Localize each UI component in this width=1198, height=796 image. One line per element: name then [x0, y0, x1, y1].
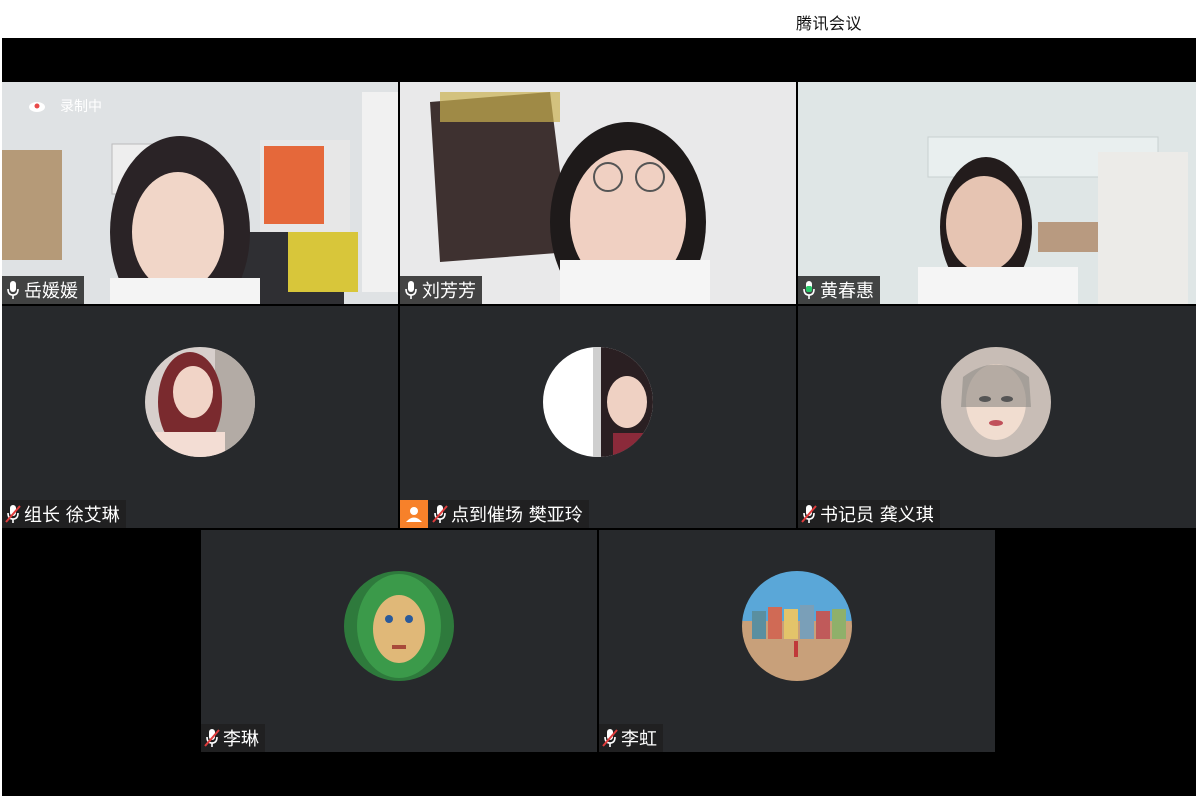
avatar-tile-lilin[interactable]: 李琳 — [201, 530, 597, 752]
video-tile-yueyuanyuan[interactable]: 录制中 岳媛媛 — [2, 82, 398, 304]
mic-on-icon — [7, 281, 19, 299]
participant-label: 书记员 龚义琪 — [798, 500, 940, 528]
mic-speaking-icon — [803, 281, 815, 299]
video-feed — [400, 82, 796, 304]
video-tile-huangchunhui[interactable]: 黄春惠 — [798, 82, 1196, 304]
avatar — [145, 347, 255, 457]
participant-name: 组长 徐艾琳 — [24, 505, 120, 526]
participant-name: 岳媛媛 — [24, 281, 78, 302]
participant-name: 刘芳芳 — [422, 281, 476, 302]
participant-label: 岳媛媛 — [2, 276, 84, 304]
participant-name: 书记员 龚义琪 — [820, 505, 934, 526]
mic-muted-icon — [5, 505, 21, 523]
avatar-tile-lihong[interactable]: 李虹 — [599, 530, 995, 752]
video-tile-liufangfang[interactable]: 刘芳芳 — [400, 82, 796, 304]
participant-label: 李琳 — [201, 724, 265, 752]
app-title: 腾讯会议 — [796, 14, 863, 33]
host-badge — [400, 500, 428, 528]
participant-name: 点到催场 樊亚玲 — [451, 505, 583, 526]
mic-muted-icon — [204, 729, 220, 747]
recording-indicator: 录制中 — [28, 96, 102, 116]
mic-muted-icon — [602, 729, 618, 747]
avatar — [344, 571, 454, 681]
participant-label: 黄春惠 — [798, 276, 880, 304]
participant-label: 点到催场 樊亚玲 — [400, 500, 589, 528]
cloud-record-icon — [29, 102, 45, 112]
recording-label: 录制中 — [60, 99, 102, 115]
participant-label: 刘芳芳 — [400, 276, 482, 304]
participant-name: 李琳 — [223, 729, 259, 750]
participant-label: 组长 徐艾琳 — [2, 500, 126, 528]
video-gallery: 录制中 岳媛媛 刘芳芳 黄春惠 组长 徐艾琳 点到催场 樊亚玲 书记员 龚义琪 … — [2, 38, 1196, 796]
avatar — [543, 347, 653, 457]
mic-muted-icon — [801, 505, 817, 523]
avatar — [742, 571, 852, 681]
mic-on-icon — [405, 281, 417, 299]
person-icon — [406, 507, 422, 522]
avatar — [941, 347, 1051, 457]
avatar-tile-fanyaling[interactable]: 点到催场 樊亚玲 — [400, 306, 796, 528]
avatar-tile-xuailin[interactable]: 组长 徐艾琳 — [2, 306, 398, 528]
participant-name: 黄春惠 — [820, 281, 874, 302]
video-feed — [798, 82, 1196, 304]
participant-label: 李虹 — [599, 724, 663, 752]
avatar-tile-gongyiqi[interactable]: 书记员 龚义琪 — [798, 306, 1196, 528]
participant-name: 李虹 — [621, 729, 657, 750]
mic-muted-icon — [432, 505, 448, 523]
title-bar: 腾讯会议 — [0, 0, 1198, 38]
